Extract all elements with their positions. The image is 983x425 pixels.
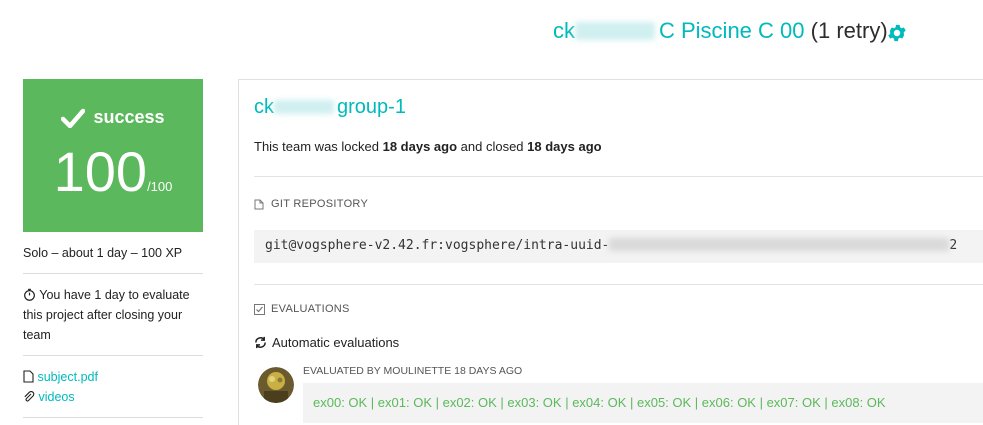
project-links: subject.pdf videos (23, 356, 203, 418)
stopwatch-icon (24, 288, 35, 301)
locked-prefix: This team was locked (254, 139, 383, 154)
project-title-prefix: ck (553, 18, 575, 43)
project-info: Solo – about 1 day – 100 XP (23, 232, 203, 274)
project-sidebar: success 100/100 Solo – about 1 day – 100… (23, 79, 203, 425)
evaluator-info: EVALUATED BY MOULINETTE 18 DAYS AGO (303, 365, 523, 377)
file-icon (23, 370, 34, 383)
retry-count: (1 retry) (810, 18, 888, 43)
redacted-uuid (609, 238, 950, 251)
videos-label: videos (38, 390, 75, 404)
redacted-login (575, 22, 655, 40)
status-box: success 100/100 (23, 79, 203, 232)
moulinette-avatar[interactable] (258, 367, 294, 403)
team-lock-status: This team was locked 18 days ago and clo… (254, 139, 602, 154)
eval-notice: You have 1 day to evaluate this project … (23, 274, 203, 356)
gear-icon[interactable] (886, 22, 908, 44)
redacted-team-login (274, 100, 334, 114)
evaluations-heading-text: EVALUATIONS (271, 303, 350, 315)
team-prefix: ck (254, 96, 274, 118)
project-name: C Piscine C 00 (659, 18, 805, 43)
evaluation-result: ex00: OK | ex01: OK | ex02: OK | ex03: O… (303, 383, 983, 423)
project-info-text: Solo – about 1 day – 100 XP (23, 246, 183, 260)
subject-pdf-link[interactable]: subject.pdf (23, 367, 203, 387)
team-group: group-1 (337, 96, 406, 118)
paperclip-icon (24, 391, 35, 402)
score-max: /100 (147, 179, 173, 194)
eval-notice-text: You have 1 day to evaluate this project … (23, 288, 190, 342)
locked-time: 18 days ago (382, 139, 458, 154)
repo-heading-text: GIT REPOSITORY (271, 198, 369, 210)
evaluations-heading: EVALUATIONS (254, 303, 350, 315)
locked-mid: and closed (457, 139, 528, 154)
automatic-evaluations: Automatic evaluations (254, 335, 399, 350)
checkbox-icon (254, 303, 265, 315)
repo-heading: GIT REPOSITORY (254, 198, 368, 210)
divider (254, 176, 983, 177)
videos-link[interactable]: videos (23, 387, 203, 407)
status-label: success (93, 107, 165, 127)
team-panel: ck group-1 This team was locked 18 days a… (238, 79, 983, 425)
refresh-icon (255, 336, 266, 349)
score-value: 100 (53, 140, 148, 203)
subject-pdf-label: subject.pdf (37, 370, 98, 384)
team-name[interactable]: ck group-1 (254, 96, 406, 119)
repo-icon (254, 199, 264, 209)
repo-url-start: git@vogsphere-v2.42.fr:vogsphere/intra-u… (265, 238, 610, 253)
project-title: ck C Piscine C 00 (1 retry) (553, 18, 888, 44)
divider (254, 284, 983, 285)
checkmark-icon (61, 108, 86, 128)
repo-url-field[interactable]: git@vogsphere-v2.42.fr:vogsphere/intra-u… (254, 230, 983, 263)
repo-url-end: 2 (949, 238, 958, 253)
closed-time: 18 days ago (527, 139, 602, 154)
automatic-evaluations-label: Automatic evaluations (272, 335, 400, 350)
evaluation-result-text: ex00: OK | ex01: OK | ex02: OK | ex03: O… (313, 395, 886, 410)
